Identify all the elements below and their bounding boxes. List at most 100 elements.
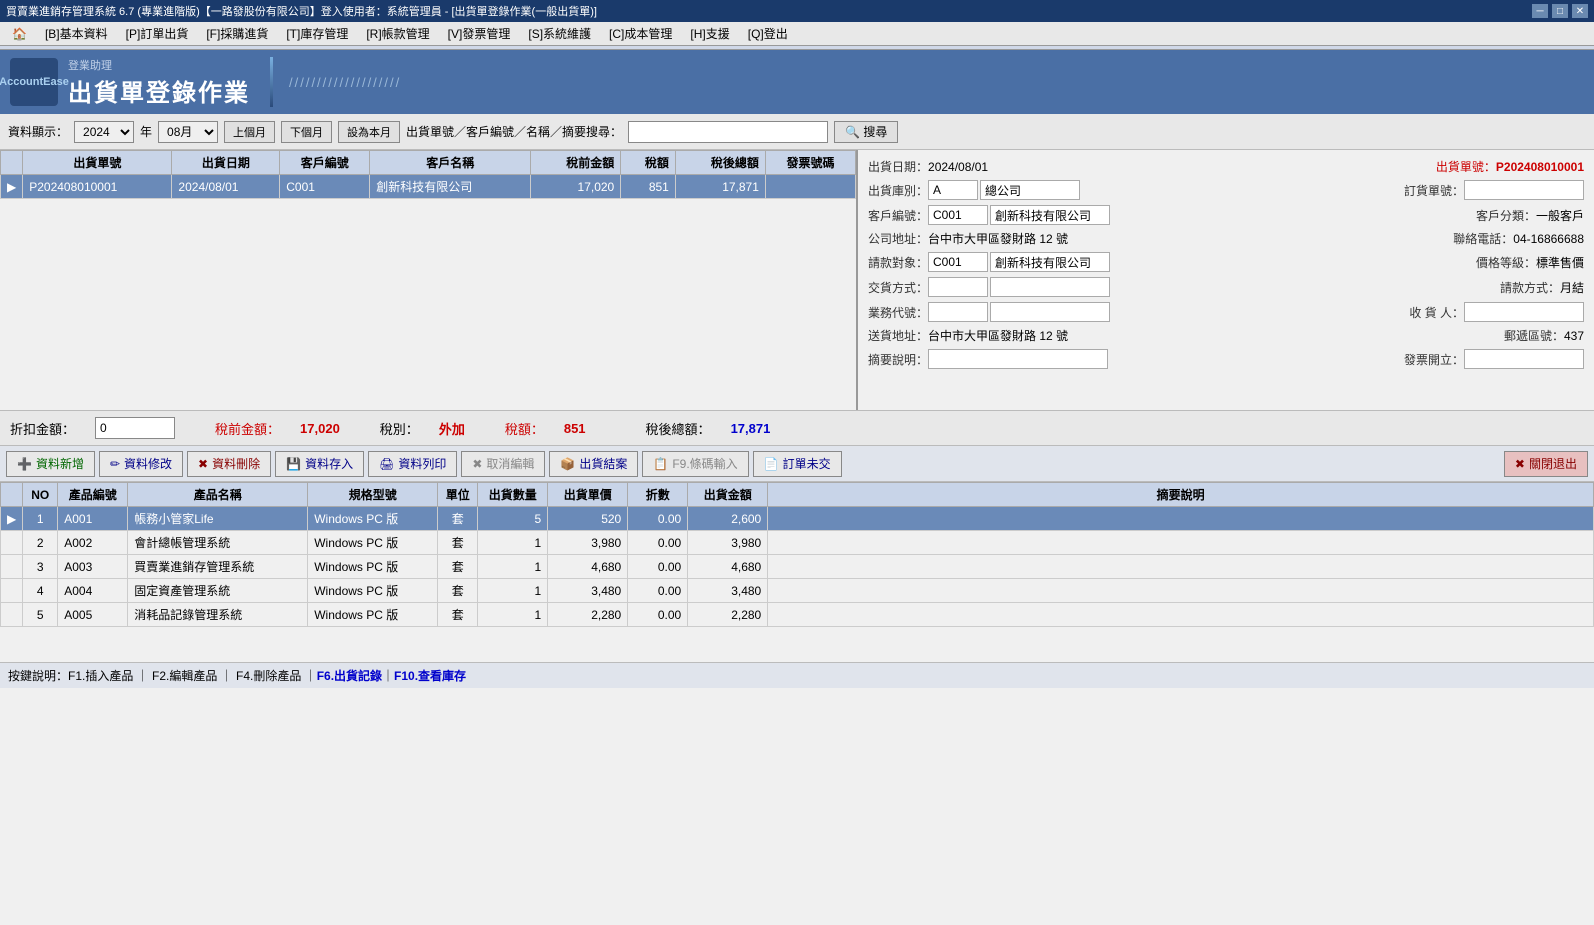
delivery-code-input[interactable] [928,277,988,297]
cancel-label: 取消編輯 [486,455,534,472]
pt-row-spec: Windows PC 版 [308,507,438,531]
delivery-name-input[interactable] [990,277,1110,297]
invoice-input[interactable] [1464,349,1584,369]
header-subtitle: //////////////////// [289,75,401,90]
price-level-label: 價格等級： [1476,254,1536,271]
print-btn[interactable]: 🖨 資料列印 [368,451,457,477]
pt-row-code: A001 [58,507,128,531]
menu-cost[interactable]: [C]成本管理 [601,23,680,44]
upper-section: 出貨單號 出貨日期 客戶編號 客戶名稱 稅前金額 稅額 稅後總額 發票號碼 ▶ … [0,150,1594,410]
detail-row-1: 出貨日期： 2024/08/01 出貨單號： P202408010001 [868,158,1584,175]
pt-row-amount: 3,480 [688,579,768,603]
pt-col-arrow [1,483,23,507]
delivery-addr-val: 台中市大甲區發財路 12 號 [928,327,1068,344]
year-select[interactable]: 2024 [74,121,134,143]
pt-row-discount: 0.00 [628,603,688,627]
menu-icon[interactable]: 🏠 [4,25,35,43]
pt-row-spec: Windows PC 版 [308,531,438,555]
pt-row-code: A004 [58,579,128,603]
bill-to-name-input[interactable] [990,252,1110,272]
pt-row-no: 3 [23,555,58,579]
postal-label: 郵遞區號： [1504,327,1564,344]
payment-val: 月結 [1560,279,1584,296]
pt-row-arrow [1,531,23,555]
order-no-input[interactable] [1464,180,1584,200]
bill-to-code-input[interactable] [928,252,988,272]
bill-to-label: 請款對象： [868,254,928,271]
delete-label: 資料刪除 [212,455,260,472]
menu-accounts[interactable]: [R]帳款管理 [358,23,437,44]
pt-row-arrow [1,555,23,579]
menu-system[interactable]: [S]系統維護 [520,23,599,44]
menu-order-out[interactable]: [P]訂單出貨 [118,23,197,44]
product-row[interactable]: ▶ 1 A001 帳務小管家Life Windows PC 版 套 5 520 … [1,507,1594,531]
add-btn[interactable]: ➕ 資料新增 [6,451,95,477]
pt-col-price: 出貨單價 [548,483,628,507]
edit-icon: ✏ [110,457,120,471]
remarks-input[interactable] [928,349,1108,369]
search-button[interactable]: 🔍 搜尋 [834,121,898,143]
tax-type-val: 外加 [439,419,465,438]
barcode-label: F9.條碼輸入 [672,455,737,472]
ship-close-btn[interactable]: 📦 出貨結案 [549,451,638,477]
delivery-addr-label: 送貨地址： [868,327,928,344]
postal-val: 437 [1564,329,1584,343]
close-icon: ✖ [1515,457,1525,471]
page-title: 出貨單登錄作業 [68,73,250,108]
menu-basic-data[interactable]: [B]基本資料 [37,23,116,44]
warehouse-code-input[interactable] [928,180,978,200]
status-bar: 按鍵說明：F1.插入產品 ｜ F2.編輯產品 ｜ F4.刪除產品 ｜ F6.出貨… [0,662,1594,688]
product-row[interactable]: 5 A005 消耗品記錄管理系統 Windows PC 版 套 1 2,280 … [1,603,1594,627]
address-val: 台中市大甲區發財路 12 號 [928,230,1068,247]
pt-row-name: 消耗品記錄管理系統 [128,603,308,627]
product-row[interactable]: 2 A002 會計總帳管理系統 Windows PC 版 套 1 3,980 0… [1,531,1594,555]
address-label: 公司地址： [868,230,928,247]
month-select[interactable]: 08月 [158,121,218,143]
pt-row-arrow [1,603,23,627]
cust-name-input[interactable] [990,205,1110,225]
save-btn[interactable]: 💾 資料存入 [275,451,364,477]
cancel-btn[interactable]: ✖ 取消編輯 [461,451,545,477]
menu-inventory[interactable]: [T]庫存管理 [278,23,356,44]
warehouse-name-input[interactable] [980,180,1080,200]
edit-btn[interactable]: ✏ 資料修改 [99,451,183,477]
menu-purchase[interactable]: [F]採購進貨 [198,23,276,44]
pt-row-no: 4 [23,579,58,603]
col-pre-tax: 稅前金額 [531,151,621,175]
cust-code-input[interactable] [928,205,988,225]
this-month-btn[interactable]: 設為本月 [338,121,400,143]
product-row[interactable]: 4 A004 固定資產管理系統 Windows PC 版 套 1 3,480 0… [1,579,1594,603]
pre-tax-label: 稅前金額： [215,419,280,438]
next-month-btn[interactable]: 下個月 [281,121,332,143]
row-cust-name: 創新科技有限公司 [370,175,531,199]
product-row[interactable]: 3 A003 買賣業進銷存管理系統 Windows PC 版 套 1 4,680… [1,555,1594,579]
pt-row-spec: Windows PC 版 [308,603,438,627]
search-input[interactable] [628,121,828,143]
pt-row-discount: 0.00 [628,507,688,531]
menu-logout[interactable]: [Q]登出 [740,23,796,44]
prev-month-btn[interactable]: 上個月 [224,121,275,143]
close-btn[interactable]: ✖ 關閉退出 [1504,451,1588,477]
barcode-btn[interactable]: 📋 F9.條碼輸入 [642,451,748,477]
pt-row-name: 會計總帳管理系統 [128,531,308,555]
action-bar: ➕ 資料新增 ✏ 資料修改 ✖ 資料刪除 💾 資料存入 🖨 資料列印 ✖ 取消編… [0,446,1594,482]
discount-input[interactable] [95,417,175,439]
menu-support[interactable]: [H]支援 [682,23,737,44]
close-button[interactable]: ✕ [1572,4,1588,18]
undelivered-btn[interactable]: 📄 訂單未交 [753,451,842,477]
summary-bar: 折扣金額： 稅前金額： 17,020 稅別： 外加 稅額： 851 稅後總額： … [0,410,1594,446]
data-year-label: 資料顯示： [8,123,68,140]
restore-button[interactable]: □ [1552,4,1568,18]
pt-row-remark [768,531,1594,555]
minimize-button[interactable]: ─ [1532,4,1548,18]
receiver-input[interactable] [1464,302,1584,322]
sales-code-input[interactable] [928,302,988,322]
pt-row-qty: 1 [478,579,548,603]
pt-row-discount: 0.00 [628,531,688,555]
menu-invoice[interactable]: [V]發票管理 [440,23,519,44]
row-tax: 851 [621,175,676,199]
sales-name-input[interactable] [990,302,1110,322]
delete-btn[interactable]: ✖ 資料刪除 [187,451,271,477]
list-row[interactable]: ▶ P202408010001 2024/08/01 C001 創新科技有限公司… [1,175,856,199]
pt-row-code: A003 [58,555,128,579]
